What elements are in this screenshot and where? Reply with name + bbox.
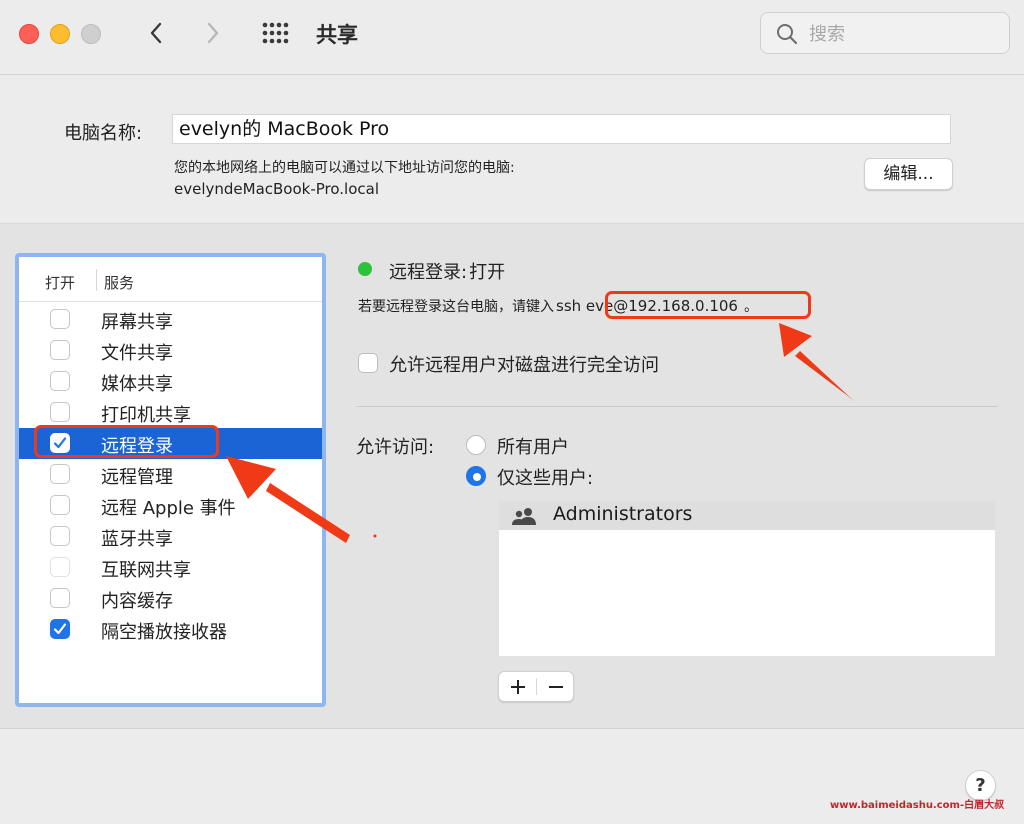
- status-indicator: [358, 262, 372, 276]
- zoom-window-button[interactable]: [81, 24, 101, 44]
- computer-name-field[interactable]: evelyn的 MacBook Pro: [172, 114, 951, 144]
- service-label: 远程 Apple 事件: [101, 498, 236, 519]
- service-row-internet-sharing[interactable]: 互联网共享: [19, 552, 322, 583]
- divider: [356, 406, 998, 407]
- service-checkbox[interactable]: [50, 588, 70, 608]
- service-row-media-sharing[interactable]: 媒体共享: [19, 366, 322, 397]
- status-value: 打开: [469, 262, 506, 283]
- chevron-right-icon: [207, 22, 219, 44]
- services-list-header: 打开 服务: [19, 257, 322, 302]
- service-row-remote-apple-events[interactable]: 远程 Apple 事件: [19, 490, 322, 521]
- service-row-screen-sharing[interactable]: 屏幕共享: [19, 304, 322, 335]
- status-text: 远程登录: 打开: [389, 258, 505, 284]
- annotation-highlight-ssh: [605, 291, 811, 319]
- checkmark-icon: [53, 623, 67, 635]
- back-button[interactable]: [139, 16, 173, 50]
- add-user-button[interactable]: [499, 672, 536, 701]
- edit-button[interactable]: 编辑...: [864, 158, 953, 190]
- service-checkbox[interactable]: [50, 557, 70, 577]
- service-checkbox[interactable]: [50, 495, 70, 515]
- service-checkbox[interactable]: [50, 309, 70, 329]
- list-item[interactable]: Administrators: [499, 501, 995, 530]
- service-label: 内容缓存: [101, 591, 173, 612]
- service-row-airplay-receiver[interactable]: 隔空播放接收器: [19, 614, 322, 645]
- allow-access-label: 允许访问:: [356, 437, 435, 458]
- service-label: 打印机共享: [101, 405, 191, 426]
- users-list[interactable]: Administrators: [498, 500, 996, 657]
- service-label: 远程管理: [101, 467, 173, 488]
- computer-address-description: 您的本地网络上的电脑可以通过以下地址访问您的电脑:: [174, 160, 515, 176]
- radio-only-these-users-label[interactable]: 仅这些用户:: [497, 464, 593, 490]
- minus-icon: [548, 685, 563, 688]
- minimize-window-button[interactable]: [50, 24, 70, 44]
- computer-hostname: evelyndeMacBook-Pro.local: [174, 180, 380, 198]
- annotation-highlight-remote-login: [34, 425, 219, 458]
- radio-all-users-label[interactable]: 所有用户: [497, 433, 569, 459]
- service-row-printer-sharing[interactable]: 打印机共享: [19, 397, 322, 428]
- service-label: 文件共享: [101, 343, 173, 364]
- radio-only-these-users[interactable]: [466, 466, 486, 486]
- close-window-button[interactable]: [19, 24, 39, 44]
- service-checkbox[interactable]: [50, 619, 70, 639]
- service-checkbox[interactable]: [50, 340, 70, 360]
- full-disk-access-checkbox[interactable]: [358, 353, 378, 373]
- service-checkbox[interactable]: [50, 402, 70, 422]
- radio-all-users[interactable]: [466, 435, 486, 455]
- services-list[interactable]: 打开 服务 屏幕共享 文件共享 媒体共享 打印机共享 远程登录 远程管理 远程 …: [15, 253, 326, 707]
- radio-selected-dot: [473, 473, 481, 481]
- service-label: 屏幕共享: [101, 312, 173, 333]
- service-row-file-sharing[interactable]: 文件共享: [19, 335, 322, 366]
- grid-icon: [262, 22, 289, 44]
- service-row-bluetooth-sharing[interactable]: 蓝牙共享: [19, 521, 322, 552]
- computer-name-section: [0, 75, 1024, 224]
- search-input[interactable]: [807, 21, 1001, 47]
- column-separator: [96, 269, 97, 291]
- service-label: 媒体共享: [101, 374, 173, 395]
- add-remove-controls: [498, 671, 574, 702]
- status-prefix: 远程登录:: [389, 262, 468, 283]
- service-label: 隔空播放接收器: [101, 622, 227, 643]
- user-group-name: Administrators: [553, 503, 693, 525]
- watermark: www.baimeidashu.com-白眉大叔: [830, 800, 1005, 811]
- window-title: 共享: [316, 23, 358, 47]
- show-all-button[interactable]: [259, 18, 295, 48]
- search-box[interactable]: [760, 12, 1010, 54]
- full-disk-access-label[interactable]: 允许远程用户对磁盘进行完全访问: [389, 351, 659, 377]
- service-row-content-caching[interactable]: 内容缓存: [19, 583, 322, 614]
- service-checkbox[interactable]: [50, 526, 70, 546]
- service-row-remote-management[interactable]: 远程管理: [19, 459, 322, 490]
- computer-name-label: 电脑名称:: [64, 123, 143, 144]
- chevron-left-icon: [150, 22, 162, 44]
- column-header-service[interactable]: 服务: [104, 272, 134, 293]
- service-label: 互联网共享: [101, 560, 191, 581]
- group-icon: [512, 508, 536, 525]
- service-label: 蓝牙共享: [101, 529, 173, 550]
- forward-button[interactable]: [196, 16, 230, 50]
- ssh-hint-prefix: 若要远程登录这台电脑，请键入: [358, 299, 554, 315]
- plus-icon: [510, 679, 525, 694]
- remove-user-button[interactable]: [537, 672, 574, 701]
- service-checkbox[interactable]: [50, 371, 70, 391]
- search-icon: [777, 24, 798, 45]
- service-checkbox[interactable]: [50, 464, 70, 484]
- column-header-on[interactable]: 打开: [45, 272, 75, 293]
